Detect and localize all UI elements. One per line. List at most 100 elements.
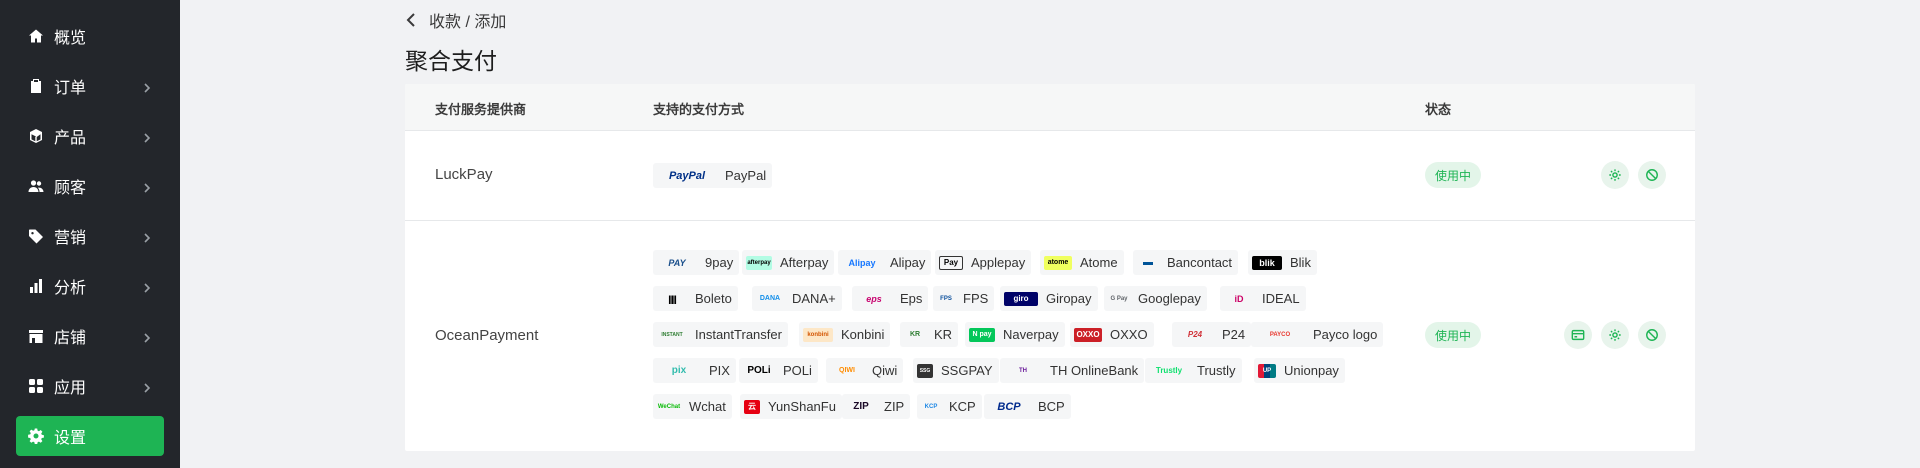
payment-card-button[interactable] (1564, 321, 1592, 349)
payco-logo: PAYCO (1269, 331, 1291, 338)
settings-button[interactable] (1601, 321, 1629, 349)
method-eps: eps Eps (852, 286, 929, 311)
method-yunshanfu: 云 YunShanFu (740, 394, 842, 419)
sidebar-item-label: 顾客 (54, 180, 87, 197)
sidebar-item-products[interactable]: 产品 (16, 116, 164, 156)
sidebar-item-label: 设置 (54, 430, 87, 447)
method-alipay: Alipay Alipay (838, 250, 932, 275)
providers-table: 支付服务提供商 支持的支付方式 状态 LuckPay PayPal PayPal… (405, 84, 1695, 451)
box-icon (28, 128, 44, 144)
sidebar-item-store[interactable]: 店铺 (16, 316, 164, 356)
th-onlinebank-logo: TH (1019, 367, 1027, 374)
sidebar-item-label: 订单 (54, 80, 87, 97)
sidebar-item-label: 产品 (54, 130, 87, 147)
chevron-right-icon (142, 180, 152, 193)
method-poli: POLi POLi (739, 358, 818, 383)
apps-icon (28, 378, 44, 394)
googlepay-logo: G Pay (1110, 295, 1128, 302)
method-qiwi: QIWI Qiwi (826, 358, 904, 383)
method-blik: blik Blik (1248, 250, 1317, 275)
dana-logo: DANA (759, 295, 781, 302)
method-ideal: iD IDEAL (1220, 286, 1306, 311)
poli-logo: POLi (747, 365, 771, 376)
qiwi-logo: QIWI (839, 367, 855, 374)
disable-button[interactable] (1638, 321, 1666, 349)
method-zip: ZIP ZIP (842, 394, 911, 419)
provider-name: OceanPayment (435, 327, 539, 344)
sidebar-item-settings[interactable]: 设置 (16, 416, 164, 456)
method-kcp: KCP KCP (917, 394, 982, 419)
header-status: 状态 (1425, 102, 1452, 117)
bcp-logo: BCP (997, 400, 1021, 413)
atome-logo: atome (1044, 255, 1072, 270)
method-p24: P24 P24 (1172, 322, 1252, 347)
oxxo-logo: OXXO (1074, 327, 1102, 342)
home-icon (28, 28, 44, 44)
sidebar-item-label: 应用 (54, 380, 87, 397)
sidebar: 概览 订单 产品 顾客 营销 分析 店铺 应用 设置 (0, 0, 180, 468)
chevron-right-icon (142, 330, 152, 343)
sidebar-item-label: 店铺 (54, 330, 87, 347)
sidebar-item-orders[interactable]: 订单 (16, 66, 164, 106)
sidebar-item-apps[interactable]: 应用 (16, 366, 164, 406)
method-boleto: ||||| Boleto (653, 286, 738, 311)
instanttransfer-logo: INSTANT (661, 331, 683, 338)
paypal-logo: PayPal (668, 169, 706, 182)
sidebar-item-overview[interactable]: 概览 (16, 16, 164, 56)
header-provider: 支付服务提供商 (435, 102, 527, 117)
chevron-right-icon (142, 230, 152, 243)
giropay-logo: giro (1004, 291, 1038, 306)
method-trustly: Trustly Trustly (1145, 358, 1242, 383)
gear-icon (1609, 329, 1621, 341)
unionpay-logo: UP (1258, 363, 1276, 378)
sidebar-item-analytics[interactable]: 分析 (16, 266, 164, 306)
naverpay-logo: N pay (969, 327, 995, 342)
ban-icon (1646, 329, 1658, 341)
status-badge: 使用中 (1425, 162, 1481, 188)
method-googlepay: G Pay Googlepay (1104, 286, 1207, 311)
back-arrow-icon[interactable] (405, 11, 419, 29)
page-title: 聚合支付 (405, 48, 497, 74)
method-payco: PAYCO Payco logo (1251, 322, 1384, 347)
settings-button[interactable] (1601, 161, 1629, 189)
9pay-logo: PAY (668, 257, 686, 268)
chevron-right-icon (142, 80, 152, 93)
fps-logo: FPS (940, 295, 952, 302)
chevron-right-icon (142, 380, 152, 393)
afterpay-logo: afterpay (746, 255, 772, 270)
breadcrumb: 收款 / 添加 (405, 8, 506, 32)
method-atome: atome Atome (1040, 250, 1124, 275)
method-konbini: konbini Konbini (799, 322, 891, 347)
gear-icon (1609, 169, 1621, 181)
ban-icon (1646, 169, 1658, 181)
method-paypal: PayPal PayPal (653, 163, 773, 188)
method-applepay: Pay Applepay (935, 250, 1032, 275)
method-afterpay: afterpay Afterpay (742, 250, 835, 275)
breadcrumb-text[interactable]: 收款 / 添加 (429, 8, 506, 32)
p24-logo: P24 (1187, 330, 1203, 339)
alipay-logo: Alipay (848, 257, 876, 268)
tag-icon (28, 228, 44, 244)
trustly-logo: Trustly (1155, 366, 1183, 375)
row-divider (405, 220, 1695, 221)
zip-logo: ZIP (853, 401, 869, 412)
sidebar-item-customers[interactable]: 顾客 (16, 166, 164, 206)
pix-logo: pix (671, 365, 687, 376)
method-bancontact: ▬ Bancontact (1133, 250, 1239, 275)
boleto-logo: ||||| (668, 293, 677, 304)
yunshanfu-logo: 云 (744, 399, 760, 414)
applepay-logo: Pay (939, 255, 963, 270)
method-naverpay: N pay Naverpay (965, 322, 1065, 347)
store-icon (28, 328, 44, 344)
kr-logo: KR (909, 331, 921, 338)
method-kr: KR KR (900, 322, 959, 347)
method-dana: DANA DANA+ (752, 286, 842, 311)
sidebar-item-marketing[interactable]: 营销 (16, 216, 164, 256)
chevron-right-icon (142, 130, 152, 143)
method-ssgpay: SSG SSGPAY (913, 358, 999, 383)
method-th-onlinebank: TH TH OnlineBank (1000, 358, 1145, 383)
method-bcp: BCP BCP (984, 394, 1071, 419)
bancontact-logo: ▬ (1143, 257, 1153, 268)
method-giropay: giro Giropay (1000, 286, 1098, 311)
disable-button[interactable] (1638, 161, 1666, 189)
